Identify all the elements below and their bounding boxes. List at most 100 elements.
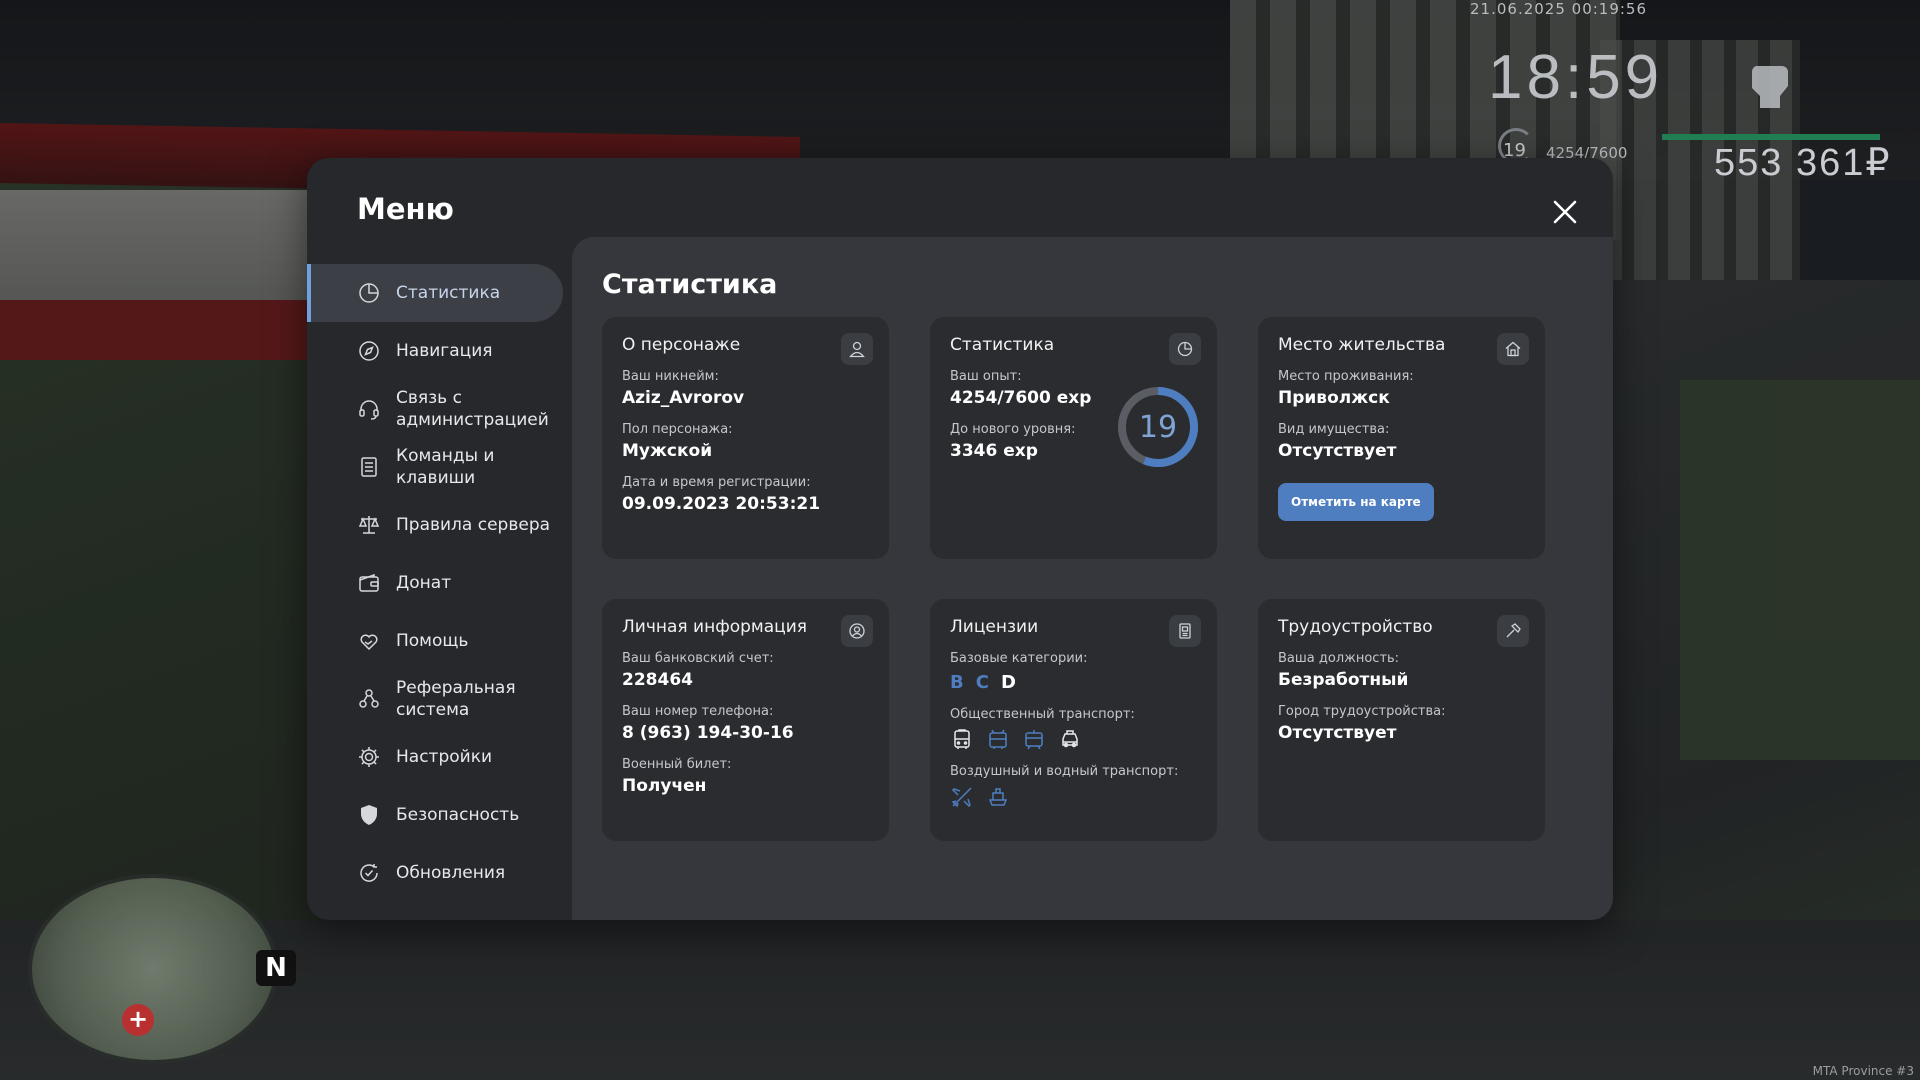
card-title: О персонаже bbox=[622, 335, 741, 355]
refresh-check-icon bbox=[357, 861, 381, 885]
plane-icon bbox=[950, 785, 974, 809]
employment-city-value: Отсутствует bbox=[1278, 723, 1397, 743]
mark-on-map-button[interactable]: Отметить на карте bbox=[1278, 483, 1434, 521]
sidebar-item-navigation[interactable]: Навигация bbox=[307, 322, 571, 380]
sidebar-item-updates[interactable]: Обновления bbox=[307, 844, 571, 902]
sidebar-item-referral[interactable]: Реферальная система bbox=[307, 670, 571, 728]
licenses-card: Лицензии Базовые категории: B C D Общест… bbox=[930, 599, 1217, 841]
air-water-transport-label: Воздушный и водный транспорт: bbox=[950, 764, 1179, 779]
hud-clock: 18:59 bbox=[1488, 43, 1664, 112]
sidebar-item-commands[interactable]: Команды и клавиши bbox=[307, 438, 571, 496]
content-panel: Статистика О персонаже Ваш никнейм: Aziz… bbox=[572, 237, 1613, 920]
minimap bbox=[28, 874, 278, 1064]
employment-city-label: Город трудоустройства: bbox=[1278, 704, 1446, 719]
sidebar-item-settings[interactable]: Настройки bbox=[307, 728, 571, 786]
gear-icon bbox=[357, 745, 381, 769]
server-watermark: MTA Province #3 bbox=[1812, 1064, 1914, 1078]
minimap-north-icon: N bbox=[256, 950, 296, 986]
compass-icon bbox=[357, 339, 381, 363]
military-value: Получен bbox=[622, 776, 707, 796]
sidebar-item-label: Команды и клавиши bbox=[396, 446, 495, 488]
document-icon bbox=[357, 455, 381, 479]
boat-icon bbox=[986, 785, 1010, 809]
residence-place-label: Место проживания: bbox=[1278, 369, 1414, 384]
sidebar-item-donate[interactable]: Донат bbox=[307, 554, 571, 612]
headset-icon bbox=[357, 397, 381, 421]
sidebar-item-label: Обновления bbox=[396, 863, 506, 883]
position-value: Безработный bbox=[1278, 670, 1409, 690]
phone-value: 8 (963) 194-30-16 bbox=[622, 723, 794, 743]
sidebar-item-label: Правила сервера bbox=[396, 515, 551, 535]
registration-label: Дата и время регистрации: bbox=[622, 475, 811, 490]
license-category-c: C bbox=[975, 672, 989, 693]
residence-place-value: Приволжск bbox=[1278, 388, 1390, 408]
bank-account-label: Ваш банковский счет: bbox=[622, 651, 774, 666]
sidebar-item-label: Навигация bbox=[396, 341, 493, 361]
close-icon bbox=[1553, 200, 1577, 224]
user-circle-icon bbox=[841, 615, 873, 647]
military-label: Военный билет: bbox=[622, 757, 732, 772]
sidebar-item-rules[interactable]: Правила сервера bbox=[307, 496, 571, 554]
residence-card: Место жительства Место проживания: Приво… bbox=[1258, 317, 1545, 559]
close-button[interactable] bbox=[1547, 194, 1583, 230]
phone-label: Ваш номер телефона: bbox=[622, 704, 774, 719]
employment-card: Трудоустройство Ваша должность: Безработ… bbox=[1258, 599, 1545, 841]
bus-icon bbox=[950, 728, 974, 752]
sidebar-item-label: Статистика bbox=[396, 283, 501, 303]
base-categories-label: Базовые категории: bbox=[950, 651, 1088, 666]
sidebar-item-label: Донат bbox=[396, 573, 452, 593]
taxi-icon bbox=[1058, 728, 1082, 752]
card-title: Личная информация bbox=[622, 617, 808, 637]
scales-icon bbox=[357, 513, 381, 537]
trolleybus-icon bbox=[986, 728, 1010, 752]
card-title: Статистика bbox=[950, 335, 1055, 355]
hammer-icon bbox=[1497, 615, 1529, 647]
wallet-icon bbox=[357, 571, 381, 595]
property-value: Отсутствует bbox=[1278, 441, 1397, 461]
gender-label: Пол персонажа: bbox=[622, 422, 733, 437]
sidebar-item-security[interactable]: Безопасность bbox=[307, 786, 571, 844]
sidebar-item-label: Безопасность bbox=[396, 805, 520, 825]
heart-hand-icon bbox=[357, 629, 381, 653]
sidebar-item-label: Настройки bbox=[396, 747, 493, 767]
card-title: Место жительства bbox=[1278, 335, 1446, 355]
card-title: Трудоустройство bbox=[1278, 617, 1433, 637]
sidebar-item-admin-contact[interactable]: Связь с администрацией bbox=[307, 380, 571, 438]
public-transport-label: Общественный транспорт: bbox=[950, 707, 1135, 722]
nickname-label: Ваш никнейм: bbox=[622, 369, 719, 384]
page-title: Статистика bbox=[602, 269, 778, 300]
nickname-value: Aziz_Avrorov bbox=[622, 388, 745, 408]
sidebar: Статистика Навигация Связь с администрац… bbox=[307, 264, 571, 902]
sidebar-item-label: Помощь bbox=[396, 631, 469, 651]
card-title: Лицензии bbox=[950, 617, 1039, 637]
sidebar-item-statistics[interactable]: Статистика bbox=[307, 264, 563, 322]
people-icon bbox=[357, 687, 381, 711]
bank-account-value: 228464 bbox=[622, 670, 693, 690]
stats-card: Статистика Ваш опыт: 4254/7600 exp До но… bbox=[930, 317, 1217, 559]
menu-window: Меню Статистика Навигация Связь с админи… bbox=[307, 158, 1613, 920]
user-icon bbox=[841, 333, 873, 365]
shield-icon bbox=[357, 803, 381, 827]
gender-value: Мужской bbox=[622, 441, 713, 461]
license-doc-icon bbox=[1169, 615, 1201, 647]
base-categories: B C D bbox=[950, 672, 1197, 693]
level-value: 19 bbox=[1138, 409, 1178, 445]
character-card: О персонаже Ваш никнейм: Aziz_Avrorov По… bbox=[602, 317, 889, 559]
pie-chart-icon bbox=[1169, 333, 1201, 365]
sidebar-item-label: Реферальная система bbox=[396, 678, 516, 720]
sidebar-item-help[interactable]: Помощь bbox=[307, 612, 571, 670]
air-water-transport-icons bbox=[950, 785, 1197, 809]
public-transport-icons bbox=[950, 728, 1197, 752]
hud-money: 553 361₽ bbox=[1714, 142, 1892, 184]
exp-label: Ваш опыт: bbox=[950, 369, 1022, 384]
pie-chart-icon bbox=[357, 281, 381, 305]
level-progress-ring: 19 bbox=[1116, 385, 1200, 469]
license-category-d: D bbox=[1000, 672, 1016, 693]
position-label: Ваша должность: bbox=[1278, 651, 1400, 666]
sidebar-item-label: Связь с администрацией bbox=[396, 388, 549, 430]
property-label: Вид имущества: bbox=[1278, 422, 1390, 437]
fist-icon bbox=[1742, 52, 1798, 112]
hud-datetime: 21.06.2025 00:19:56 bbox=[1470, 0, 1648, 18]
menu-title: Меню bbox=[357, 192, 454, 226]
house-icon bbox=[1497, 333, 1529, 365]
